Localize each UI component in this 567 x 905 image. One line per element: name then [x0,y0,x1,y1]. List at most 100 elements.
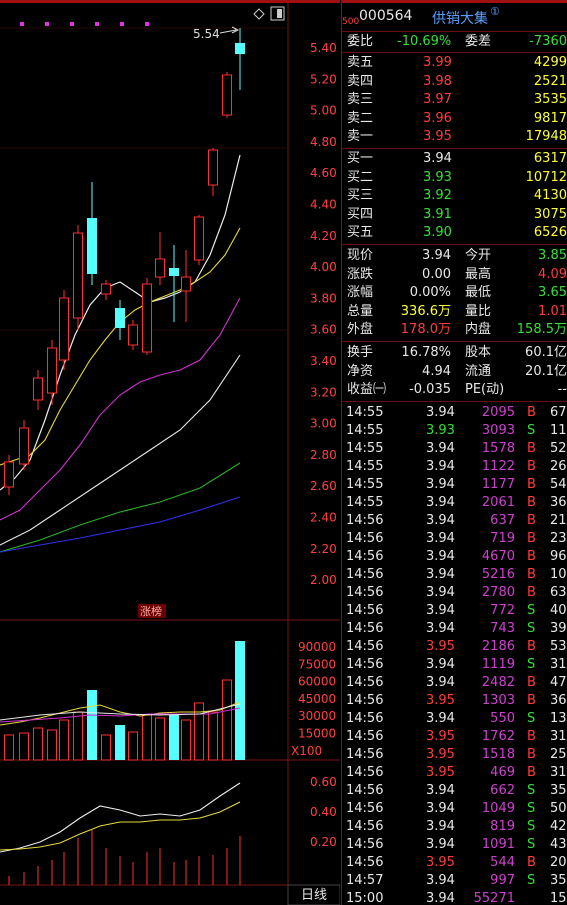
diamond-icon[interactable] [253,8,265,20]
tick-price: 3.94 [426,891,455,905]
tick-row[interactable]: 14:55 3.94 2061 B 36 [341,494,567,512]
ask-level-row[interactable]: 卖四 3.98 2521 [341,73,567,91]
ask-level-row[interactable]: 卖二 3.96 9817 [341,110,567,128]
tick-volume: 997 [490,873,515,888]
tick-row[interactable]: 15:00 3.94 55271 1578 [341,890,567,905]
tick-direction: S [527,423,536,438]
ask-level-row[interactable]: 卖五 3.99 4299 [341,54,567,72]
tick-row[interactable]: 14:56 3.94 1049 S 50 [341,800,567,818]
ask-level-row[interactable]: 卖一 3.95 17948 [341,128,567,146]
tick-row[interactable]: 14:56 3.95 544 B 20 [341,854,567,872]
tick-row[interactable]: 14:56 3.94 719 B 23 [341,530,567,548]
tick-price: 3.95 [426,747,455,762]
candle-bar [208,148,218,196]
volume-bar [181,719,191,761]
tick-price: 3.94 [426,405,455,420]
tick-price: 3.94 [426,477,455,492]
divider [341,148,567,149]
tick-row[interactable]: 14:56 3.94 1119 S 31 [341,656,567,674]
quote-row: 现价 3.94 今开 3.85 [341,247,567,265]
tick-count: 40 [550,603,567,618]
tick-row[interactable]: 14:56 3.95 1303 B 36 [341,692,567,710]
tick-price: 3.94 [426,657,455,672]
tick-direction: B [527,855,536,870]
tick-time: 14:55 [346,477,384,492]
order-diff-value: -7360 [529,34,567,49]
fundamental-label: PE(动) [465,382,505,397]
kline-chart[interactable]: 5.54 5.405.205.004.804.604.404.204.003.8… [0,0,340,905]
volume-bars [4,641,245,761]
expand-icon[interactable] [270,6,285,21]
tick-row[interactable]: 14:56 3.95 2186 B 53 [341,638,567,656]
ask-volume: 2521 [533,73,567,89]
ask-price: 3.95 [423,129,452,144]
tick-price: 3.95 [426,729,455,744]
tick-volume: 1578 [481,441,515,456]
tick-row[interactable]: 14:56 3.94 550 S 13 [341,710,567,728]
tick-row[interactable]: 14:56 3.94 662 S 35 [341,782,567,800]
tick-row[interactable]: 14:56 3.94 2780 B 63 [341,584,567,602]
tick-volume: 2095 [481,405,515,420]
tick-time: 14:56 [346,603,384,618]
tick-row[interactable]: 14:56 3.94 2482 B 47 [341,674,567,692]
ma-line-yellow [0,227,241,466]
quote-row: 涨跌 0.00 最高 4.09 [341,266,567,284]
price-tick-label: 3.00 [310,417,337,431]
tick-row[interactable]: 14:55 3.94 1122 B 26 [341,458,567,476]
stock-header[interactable]: 500 000564 供销大集 ① [341,5,567,31]
bid-price: 3.90 [423,225,452,240]
tick-price: 3.94 [426,603,455,618]
tick-row[interactable]: 14:56 3.94 743 S 39 [341,620,567,638]
candle-bar [87,182,97,285]
ma-line-blue [0,496,241,553]
tick-time: 14:55 [346,405,384,420]
tick-row[interactable]: 14:56 3.95 469 B 31 [341,764,567,782]
tick-row[interactable]: 14:56 3.94 819 S 42 [341,818,567,836]
tick-volume: 2061 [481,495,515,510]
signal-dots [20,22,149,26]
tick-row[interactable]: 14:57 3.94 997 S 35 [341,872,567,890]
tick-row[interactable]: 14:56 3.94 1091 S 43 [341,836,567,854]
tick-price: 3.94 [426,837,455,852]
tick-volume: 662 [490,783,515,798]
tick-row[interactable]: 14:55 3.93 3093 S 113 [341,422,567,440]
tick-row[interactable]: 14:56 3.94 772 S 40 [341,602,567,620]
tick-row[interactable]: 14:55 3.94 1578 B 52 [341,440,567,458]
tick-row[interactable]: 14:56 3.94 5216 B 109 [341,566,567,584]
bid-level-row[interactable]: 买一 3.94 6317 [341,150,567,168]
tick-time: 14:55 [346,495,384,510]
tick-volume: 2186 [481,639,515,654]
tick-volume: 55271 [473,891,515,905]
kline-chart-panel[interactable]: 5.54 5.40 5.20 5.00 4.80 4.60 4.40 4.20 … [0,0,340,905]
tick-row[interactable]: 14:56 3.94 637 B 21 [341,512,567,530]
volume-bar [4,734,14,761]
period-tab[interactable]: 日线 [301,888,327,903]
tick-row[interactable]: 14:56 3.95 1518 B 25 [341,746,567,764]
quote-label: 最高 [465,266,492,282]
candle-bar [181,250,191,322]
tick-count: 25 [550,747,567,762]
tick-row[interactable]: 14:56 3.95 1762 B 31 [341,728,567,746]
quote-label: 涨跌 [347,266,374,282]
tick-price: 3.94 [426,621,455,636]
tick-count: 39 [550,621,567,636]
tick-row[interactable]: 14:55 3.94 1177 B 54 [341,476,567,494]
ask-level-row[interactable]: 卖三 3.97 3535 [341,91,567,109]
fundamental-value: 16.78% [401,345,451,360]
tick-row[interactable]: 14:56 3.94 4670 B 96 [341,548,567,566]
volume-bar [73,711,83,761]
price-tick-label: 4.00 [310,260,337,274]
tick-direction: S [527,603,536,618]
bid-level-row[interactable]: 买四 3.91 3075 [341,206,567,224]
tick-direction: B [527,675,536,690]
tick-price: 3.94 [426,441,455,456]
tick-price: 3.95 [426,765,455,780]
bid-level-row[interactable]: 买三 3.92 4130 [341,187,567,205]
bid-level-row[interactable]: 买五 3.90 6526 [341,224,567,242]
tick-count: 35 [550,783,567,798]
tick-row[interactable]: 14:55 3.94 2095 B 67 [341,404,567,422]
tick-direction: B [527,765,536,780]
bid-level-row[interactable]: 买二 3.93 10712 [341,169,567,187]
tick-price: 3.94 [426,513,455,528]
candle-bar [47,340,57,405]
